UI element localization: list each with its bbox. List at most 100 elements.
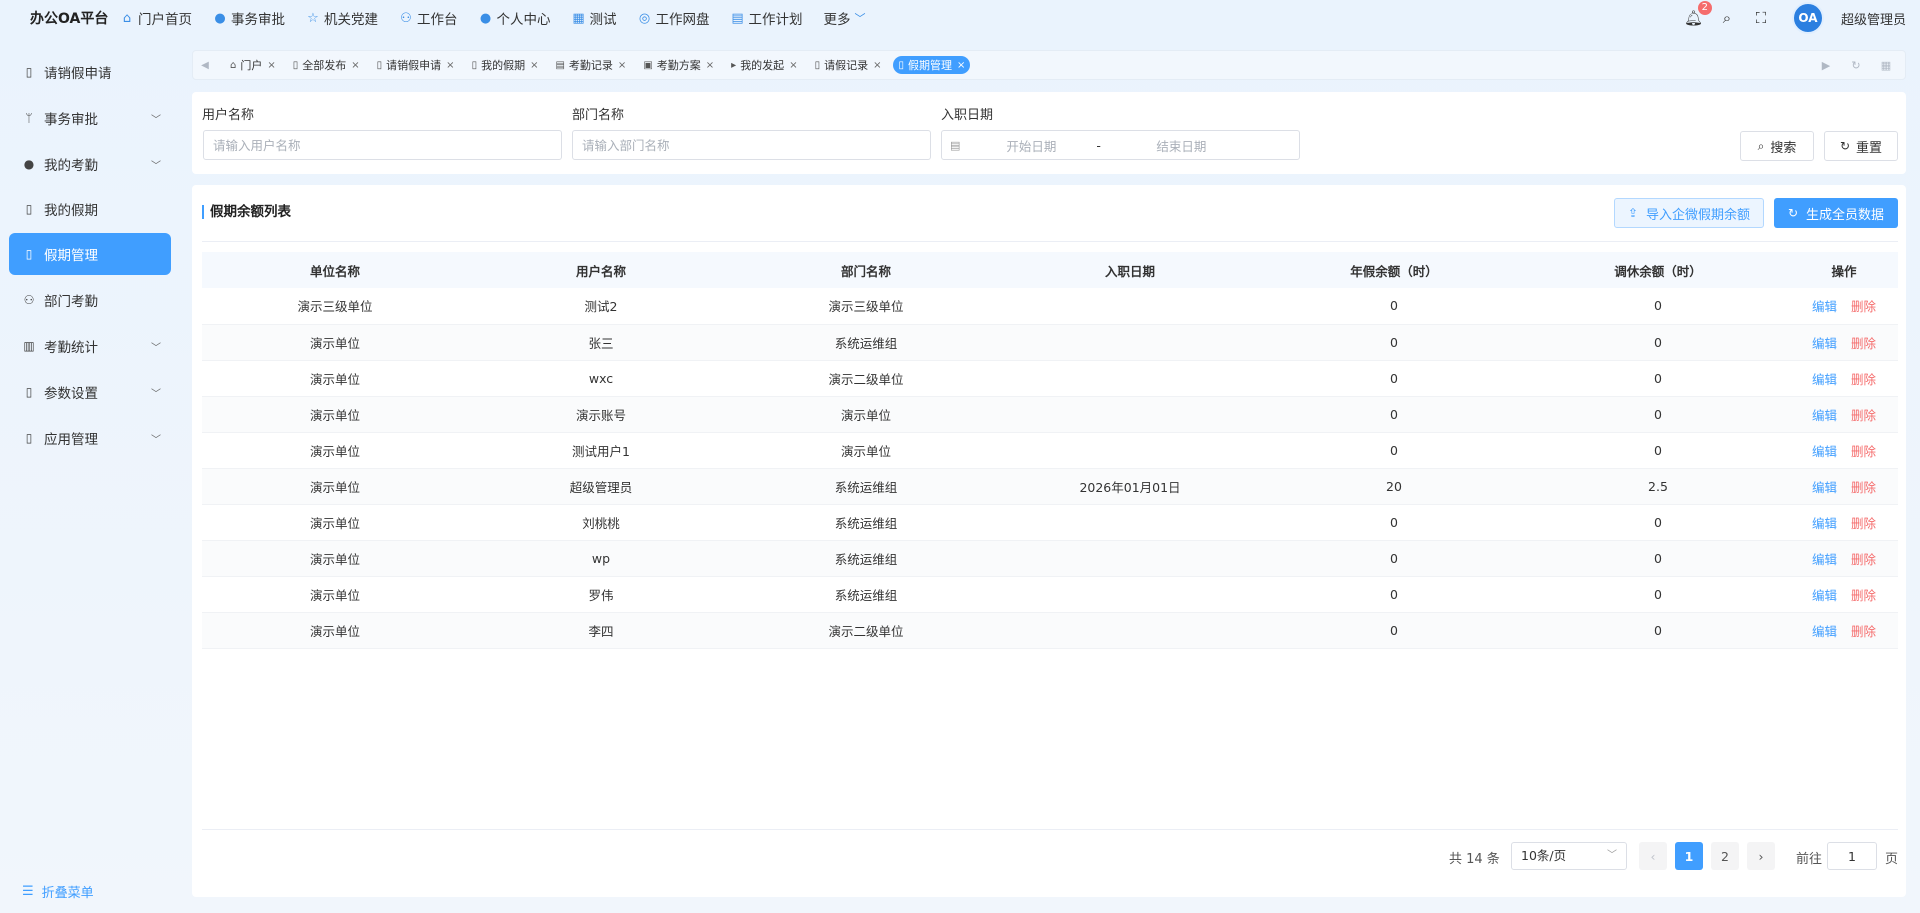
sidebar-item-leave-management[interactable]: ▯ 假期管理	[9, 233, 171, 275]
search-icon[interactable]: ⌕	[1718, 9, 1736, 27]
tabs-scroll-left-icon[interactable]: ◀	[193, 60, 217, 71]
sidebar-item-settings[interactable]: ▯ 参数设置 ﹀	[9, 371, 171, 413]
fullscreen-icon[interactable]: ⛶	[1752, 9, 1770, 27]
end-date-input[interactable]: 结束日期	[1156, 136, 1206, 155]
topnav-item-workbench[interactable]: ⚇ 工作台	[399, 8, 457, 29]
start-date-input[interactable]: 开始日期	[1006, 136, 1086, 155]
tabs-scroll-right-icon[interactable]: ▶	[1811, 59, 1841, 72]
sidebar-item-leave-request[interactable]: ▯ 请销假申请	[9, 51, 171, 93]
tab-attendance-records[interactable]: ▤ 考勤记录 ×	[550, 56, 631, 74]
delete-link[interactable]: 删除	[1851, 444, 1876, 459]
refresh-icon[interactable]: ↻	[1841, 59, 1871, 72]
edit-link[interactable]: 编辑	[1812, 372, 1837, 387]
goto-page-input[interactable]	[1827, 842, 1877, 870]
page-button-1[interactable]: 1	[1675, 842, 1703, 870]
close-icon[interactable]: ×	[873, 60, 881, 71]
close-icon[interactable]: ×	[267, 60, 275, 71]
edit-link[interactable]: 编辑	[1812, 552, 1837, 567]
close-icon[interactable]: ×	[957, 60, 965, 71]
close-icon[interactable]: ×	[706, 60, 714, 71]
bell-icon[interactable]: 🔔︎ 2	[1684, 1, 1712, 27]
delete-link[interactable]: 删除	[1851, 588, 1876, 603]
edit-link[interactable]: 编辑	[1812, 444, 1837, 459]
list-title: 假期余额列表	[202, 205, 291, 219]
topnav-item-personal[interactable]: ● 个人中心	[479, 8, 551, 29]
delete-link[interactable]: 删除	[1851, 516, 1876, 531]
avatar[interactable]: OA	[1791, 2, 1824, 34]
topnav-item-netdisk[interactable]: ◎ 工作网盘	[638, 8, 710, 29]
topnav-item-test[interactable]: ▦ 测试	[572, 8, 616, 29]
search-button[interactable]: ⌕ 搜索	[1740, 131, 1814, 161]
topnav-item-home[interactable]: ⌂ 门户首页	[120, 8, 192, 29]
sidebar-item-approval[interactable]: ᛘ 事务审批 ﹀	[9, 97, 171, 139]
page-button-2[interactable]: 2	[1711, 842, 1739, 870]
chevron-down-icon: ﹀	[151, 114, 161, 126]
edit-link[interactable]: 编辑	[1812, 299, 1837, 314]
close-icon[interactable]: ×	[530, 60, 538, 71]
table-cell: 系统运维组	[734, 504, 998, 541]
sidebar-item-my-leave[interactable]: ▯ 我的假期	[9, 188, 171, 230]
table-cell: 0	[1526, 540, 1790, 577]
edit-link[interactable]: 编辑	[1812, 588, 1837, 603]
sidebar-item-my-attendance[interactable]: ● 我的考勤 ﹀	[9, 143, 171, 185]
column-header: 调休余额（时）	[1526, 252, 1790, 288]
edit-link[interactable]: 编辑	[1812, 480, 1837, 495]
sidebar-item-app-management[interactable]: ▯ 应用管理 ﹀	[9, 417, 171, 459]
table-cell: 演示单位	[202, 612, 468, 649]
delete-link[interactable]: 删除	[1851, 624, 1876, 639]
delete-link[interactable]: 删除	[1851, 552, 1876, 567]
table-row: 演示单位 罗伟 系统运维组 0 0 编辑 删除	[202, 576, 1898, 613]
username[interactable]: 超级管理员	[1841, 9, 1906, 28]
tab-all-published[interactable]: ▯ 全部发布 ×	[288, 56, 365, 74]
collapse-menu-button[interactable]: ☰ 折叠菜单	[22, 882, 94, 901]
table-body: 演示三级单位 测试2 演示三级单位 0 0 编辑 删除 演示单位 张三 系统运维组 0 0 编辑 删除 演示…	[202, 288, 1898, 649]
tab-my-initiated[interactable]: ▸ 我的发起 ×	[726, 56, 802, 74]
table-cell: 演示单位	[202, 324, 468, 361]
delete-link[interactable]: 删除	[1851, 336, 1876, 351]
prev-page-button[interactable]: ‹	[1639, 842, 1667, 870]
topnav-item-approval[interactable]: ● 事务审批	[213, 8, 285, 29]
tab-leave-records[interactable]: ▯ 请假记录 ×	[810, 56, 887, 74]
document-icon: ▯	[25, 247, 33, 261]
close-icon[interactable]: ×	[446, 60, 454, 71]
dept-name-input[interactable]	[572, 130, 931, 160]
delete-link[interactable]: 删除	[1851, 299, 1876, 314]
table-cell: 系统运维组	[734, 324, 998, 361]
page-size-select[interactable]: 10条/页 ﹀	[1511, 842, 1627, 870]
edit-link[interactable]: 编辑	[1812, 408, 1837, 423]
close-icon[interactable]: ×	[789, 60, 797, 71]
sidebar: ▯ 请销假申请 ᛘ 事务审批 ﹀ ● 我的考勤 ﹀ ▯ 我的假期 ▯ 假期管理 ⚇ 部门考勤 ▥…	[0, 51, 180, 913]
user-name-input[interactable]	[203, 130, 562, 160]
delete-link[interactable]: 删除	[1851, 480, 1876, 495]
edit-link[interactable]: 编辑	[1812, 516, 1837, 531]
delete-link[interactable]: 删除	[1851, 372, 1876, 387]
sidebar-item-attendance-stats[interactable]: ▥ 考勤统计 ﹀	[9, 325, 171, 367]
calendar-icon: ▤	[555, 59, 565, 71]
delete-link[interactable]: 删除	[1851, 408, 1876, 423]
table-row: 演示单位 wp 系统运维组 0 0 编辑 删除	[202, 540, 1898, 577]
hire-date-range[interactable]: ▤ 开始日期 - 结束日期	[941, 130, 1300, 160]
dept-name-label: 部门名称	[572, 108, 625, 123]
topnav-item-plan[interactable]: ▤ 工作计划	[731, 8, 802, 29]
import-wecom-balance-button[interactable]: ⇪ 导入企微假期余额	[1614, 198, 1764, 228]
table-cell: 0	[1262, 324, 1526, 361]
tab-leave-request[interactable]: ▯ 请销假申请 ×	[372, 56, 460, 74]
topnav-item-party[interactable]: ☆ 机关党建	[306, 8, 378, 29]
edit-link[interactable]: 编辑	[1812, 336, 1837, 351]
document-icon: ▯	[376, 59, 383, 71]
chevron-right-icon: ›	[1758, 848, 1764, 864]
tab-portal[interactable]: ⌂ 门户 ×	[225, 56, 281, 74]
reset-button[interactable]: ↻ 重置	[1824, 131, 1898, 161]
tab-attendance-plan[interactable]: ▣ 考勤方案 ×	[638, 56, 719, 74]
next-page-button[interactable]: ›	[1747, 842, 1775, 870]
generate-all-data-button[interactable]: ↻ 生成全员数据	[1774, 198, 1898, 228]
close-icon[interactable]: ×	[618, 60, 626, 71]
column-header: 操作	[1790, 252, 1898, 288]
topnav-more[interactable]: 更多 ﹀	[824, 8, 866, 28]
tab-my-leave[interactable]: ▯ 我的假期 ×	[467, 56, 544, 74]
grid-menu-icon[interactable]: ▦	[1871, 59, 1901, 72]
sidebar-item-dept-attendance[interactable]: ⚇ 部门考勤	[9, 279, 171, 321]
tab-leave-management[interactable]: ▯ 假期管理 ×	[893, 56, 971, 74]
edit-link[interactable]: 编辑	[1812, 624, 1837, 639]
close-icon[interactable]: ×	[351, 60, 359, 71]
